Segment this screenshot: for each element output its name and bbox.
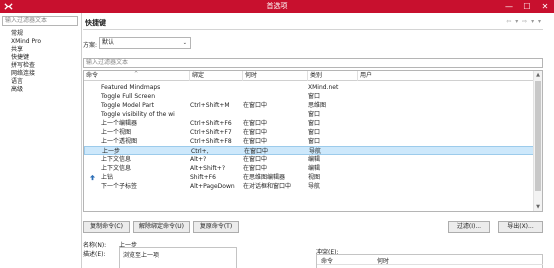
table-row[interactable]: 上一个视图 Ctrl+Shift+F7 在窗口中 窗口 <box>84 128 534 137</box>
cell-binding: Alt+Shift+? <box>190 165 226 172</box>
column-header-user[interactable]: 用户 <box>358 71 534 81</box>
chevron-down-icon: ⌄ <box>182 40 187 46</box>
page-title: 快捷键 <box>85 19 106 27</box>
cell-binding: Ctrl+Shift+F8 <box>190 138 232 145</box>
cell-when: 在窗口中 <box>243 129 268 136</box>
cell-category: 导航 <box>308 183 321 190</box>
column-header-category[interactable]: 类别 <box>308 71 358 81</box>
header-divider <box>83 29 543 30</box>
table-row[interactable]: 上下文信息 Alt+Shift+? 在窗口中 编辑 <box>84 164 534 173</box>
history-nav-icons[interactable]: ⇦ ▾ ⇨ ▾ ▾ <box>506 18 542 25</box>
conflicts-table: 命令 何时 <box>316 254 543 268</box>
sidebar-item-language[interactable]: 语言 <box>11 78 41 86</box>
drill-up-icon <box>89 174 96 181</box>
cell-binding: Shift+F6 <box>190 174 216 181</box>
sidebar-item-xmind-pro[interactable]: XMind Pro <box>11 38 41 46</box>
cell-category: XMind.net <box>308 84 339 91</box>
cell-when: 在对话框和窗口中 <box>243 183 292 190</box>
cell-when <box>243 110 293 119</box>
cell-binding <box>190 92 242 101</box>
cell-category: 编辑 <box>308 156 321 163</box>
table-row[interactable]: Toggle visibility of the wi 窗口 <box>84 110 534 119</box>
scroll-down-icon[interactable]: ▼ <box>534 203 542 211</box>
cell-when: 在窗口中 <box>243 156 268 163</box>
cell-when: 在窗口中 <box>243 165 268 172</box>
scheme-label: 方案: <box>83 42 98 49</box>
cell-binding <box>190 110 242 119</box>
sidebar-item-general[interactable]: 常规 <box>11 30 41 38</box>
window-title: 首选项 <box>266 2 288 10</box>
minimize-button[interactable]: — <box>500 0 518 13</box>
cell-when: 在思维图编辑器 <box>243 174 286 181</box>
cell-category: 窗口 <box>308 93 321 100</box>
sort-ascending-icon: ^ <box>134 71 139 77</box>
table-row[interactable]: 上下文信息 Alt+? 在窗口中 编辑 <box>84 155 534 164</box>
cell-binding: Alt+? <box>190 156 207 163</box>
table-row[interactable]: Toggle Full Screen 窗口 <box>84 92 534 101</box>
cell-binding: Ctrl+Shift+F6 <box>190 120 232 127</box>
column-header-when[interactable]: 何时 <box>243 71 308 81</box>
cell-when <box>243 83 293 92</box>
copy-command-button[interactable]: 复制命令(C) <box>83 221 130 233</box>
cell-binding <box>190 83 242 92</box>
filter-button[interactable]: 过滤(I)... <box>448 221 490 233</box>
sidebar-item-sharing[interactable]: 共享 <box>11 46 41 54</box>
cell-binding: Ctrl+Shift+F7 <box>190 129 232 136</box>
scrollbar-thumb[interactable] <box>535 81 541 191</box>
cell-category: 编辑 <box>308 165 321 172</box>
unbind-command-button[interactable]: 解除绑定命令(U) <box>133 221 190 233</box>
export-button[interactable]: 导出(X)... <box>498 221 543 233</box>
shortcuts-table: 命令 ^ 绑定 何时 类别 用户 Featured Mindmaps XMind.… <box>83 70 543 212</box>
table-header: 命令 ^ 绑定 何时 类别 用户 <box>84 71 534 81</box>
table-scrollbar[interactable]: ▲ ▼ <box>533 71 542 211</box>
description-value: 浏览至上一项 <box>123 252 160 259</box>
scheme-value: 默认 <box>102 39 115 46</box>
cell-category: 窗口 <box>308 111 321 118</box>
cell-when: 在窗口中 <box>243 120 268 127</box>
conflict-header-divider <box>317 264 543 265</box>
cell-category: 窗口 <box>308 120 321 127</box>
title-bar: 首选项 — ☐ ✕ <box>0 0 554 13</box>
table-row[interactable]: 上钻 Shift+F6 在思维图编辑器 视图 <box>84 173 534 182</box>
cell-when: 在窗口中 <box>243 138 268 145</box>
preferences-tree: 常规 XMind Pro 共享 快捷键 拼写检查 网络连接 语言 高级 <box>11 30 41 94</box>
cell-category: 视图 <box>308 174 321 181</box>
table-row[interactable]: 上一个透视图 Ctrl+Shift+F8 在窗口中 窗口 <box>84 137 534 146</box>
close-button[interactable]: ✕ <box>536 0 554 13</box>
preferences-sidebar: 输入过滤器文本 常规 XMind Pro 共享 快捷键 拼写检查 网络连接 语言… <box>0 13 82 268</box>
cell-category: 窗口 <box>308 129 321 136</box>
scheme-select[interactable]: 默认 ⌄ <box>99 37 191 49</box>
column-header-binding[interactable]: 绑定 <box>190 71 243 81</box>
cell-category: 窗口 <box>308 138 321 145</box>
sidebar-item-network[interactable]: 网络连接 <box>11 70 41 78</box>
sidebar-item-advanced[interactable]: 高级 <box>11 86 41 94</box>
cell-when: 在窗口中 <box>243 102 268 109</box>
cell-when <box>243 92 293 101</box>
sidebar-filter-input[interactable]: 输入过滤器文本 <box>2 16 78 26</box>
description-label: 描述(E): <box>83 251 106 258</box>
table-row[interactable]: Featured Mindmaps XMind.net <box>84 83 534 92</box>
table-row[interactable]: 上一步 Ctrl+, 在窗口中 导航 <box>84 146 534 155</box>
cell-category: 思维图 <box>308 102 327 109</box>
shortcuts-page: 快捷键 ⇦ ▾ ⇨ ▾ ▾ 方案: 默认 ⌄ 输入过滤器文本 命令 ^ 绑定 何… <box>83 13 554 268</box>
cell-binding: Ctrl+Shift+M <box>190 102 230 109</box>
name-label: 名称(N): <box>83 242 107 249</box>
sidebar-item-spelling[interactable]: 拼写检查 <box>11 62 41 70</box>
maximize-button[interactable]: ☐ <box>518 0 536 13</box>
sidebar-item-shortcuts[interactable]: 快捷键 <box>11 54 41 62</box>
cell-binding: Alt+PageDown <box>190 183 235 190</box>
restore-command-button[interactable]: 复原命令(T) <box>193 221 239 233</box>
scroll-up-icon[interactable]: ▲ <box>534 71 542 79</box>
description-field: 浏览至上一项 <box>119 247 237 268</box>
shortcut-filter-input[interactable]: 输入过滤器文本 <box>83 58 543 68</box>
table-row[interactable]: 下一个子标签 Alt+PageDown 在对话框和窗口中 导航 <box>84 182 534 191</box>
table-row[interactable]: Toggle Model Part Ctrl+Shift+M 在窗口中 思维图 <box>84 101 534 110</box>
table-row[interactable]: 上一个编辑器 Ctrl+Shift+F6 在窗口中 窗口 <box>84 119 534 128</box>
